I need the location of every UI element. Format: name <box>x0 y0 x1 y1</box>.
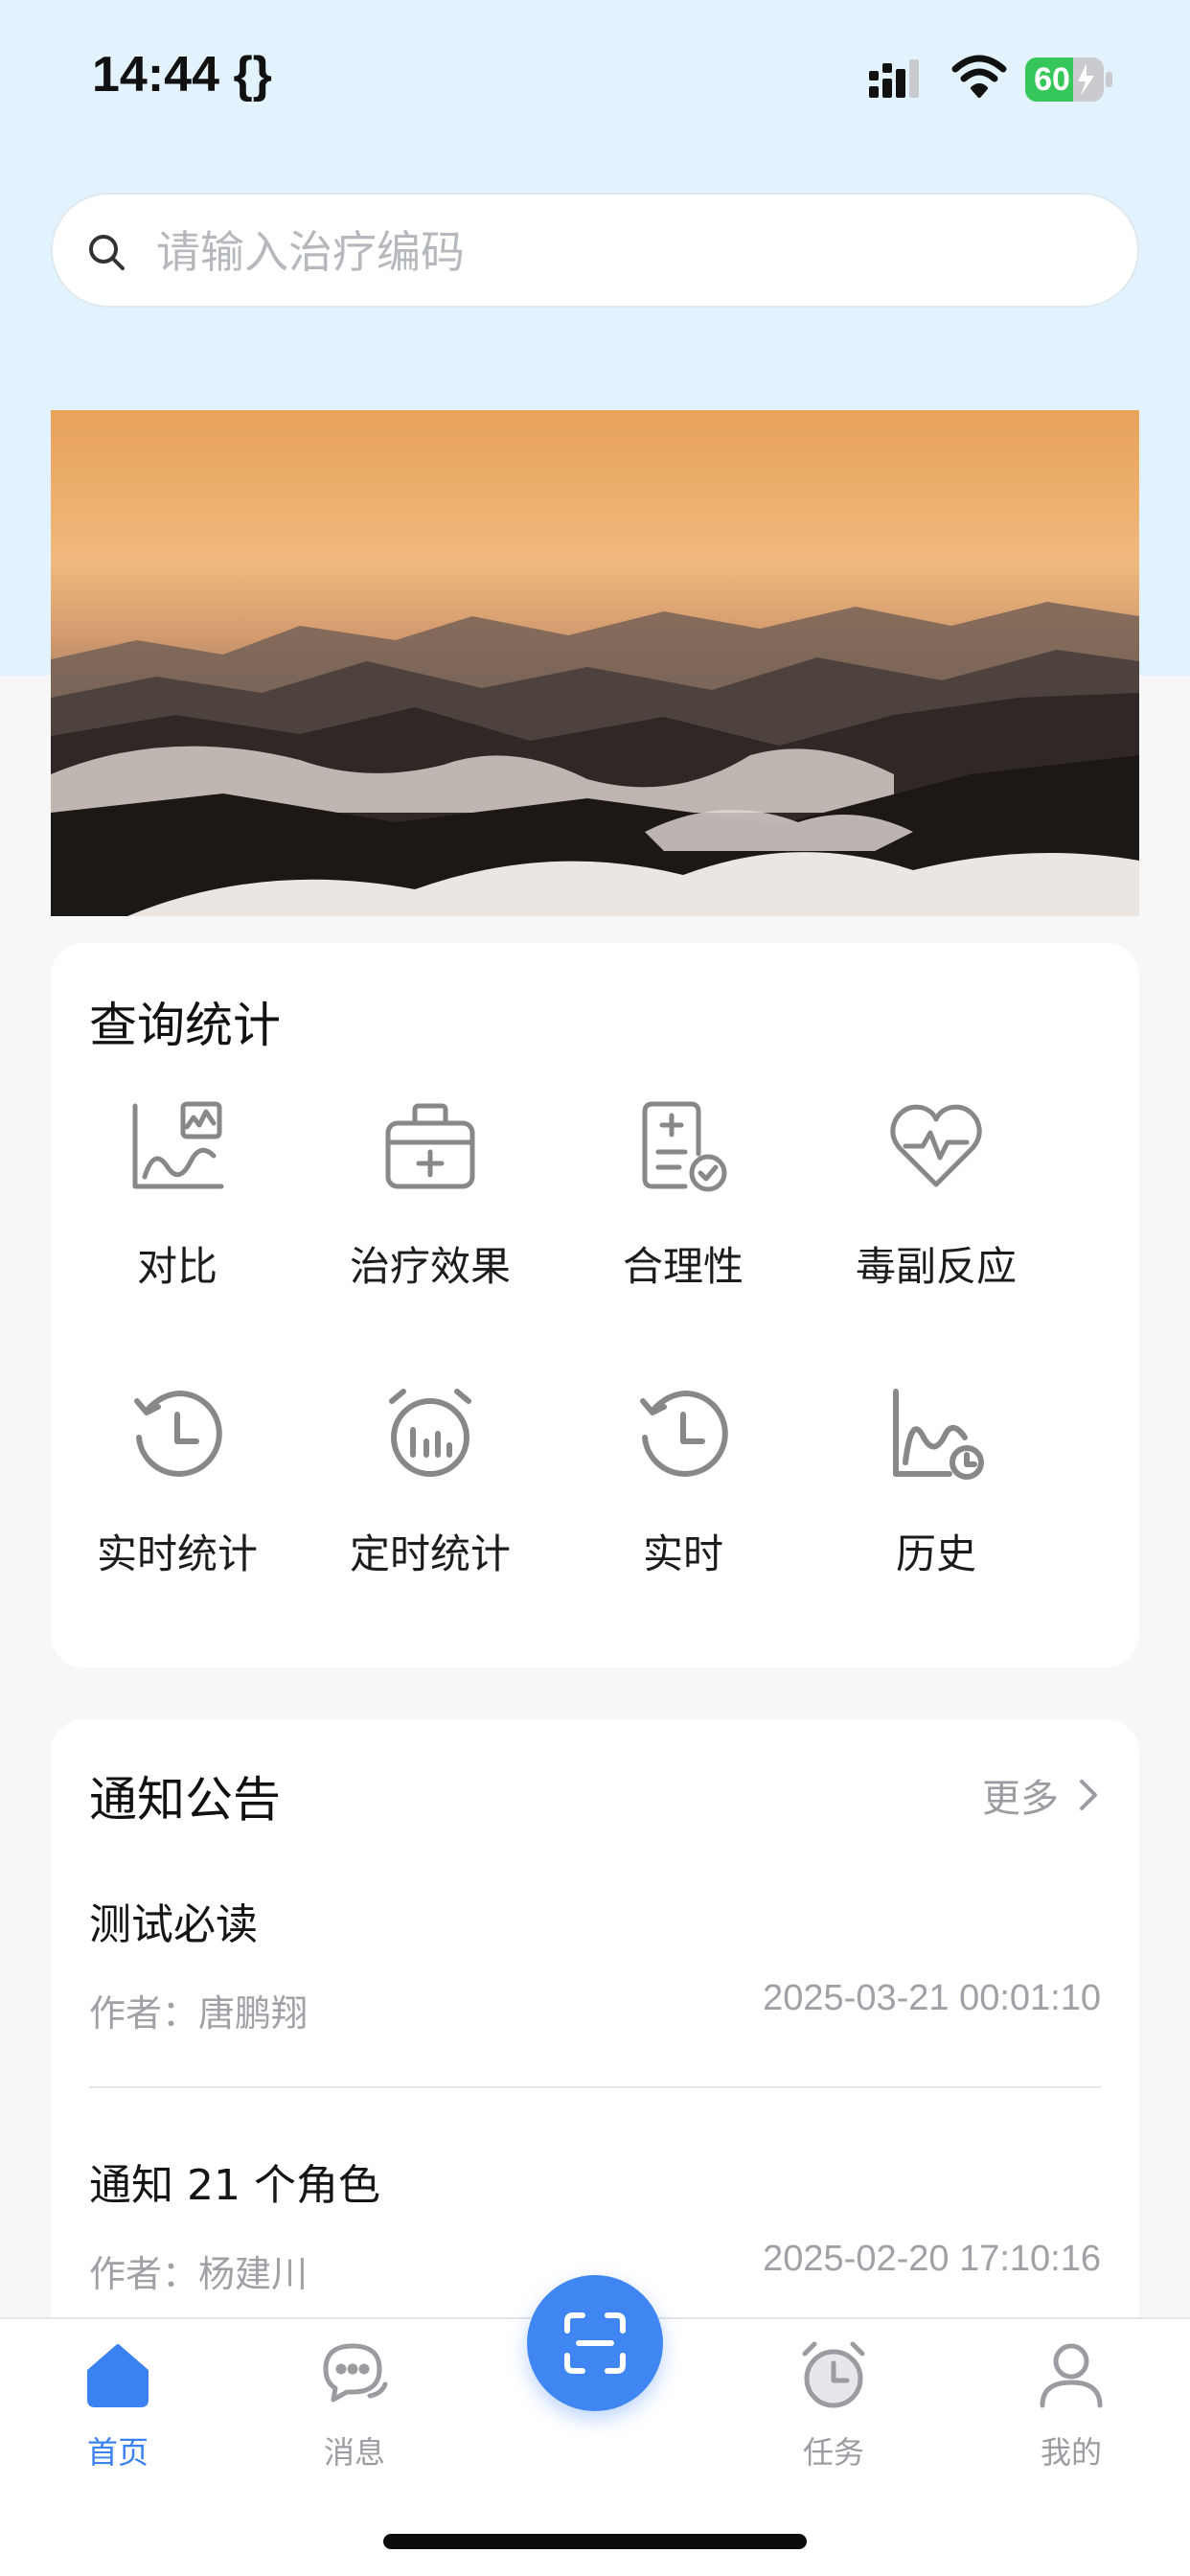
tab-label: 消息 <box>323 2434 385 2471</box>
scan-button[interactable] <box>527 2275 663 2411</box>
notice-item-author: 作者：唐鹏翔 <box>89 1992 309 2035</box>
notice-item-time: 2025-03-21 00:01:10 <box>763 1978 1101 2018</box>
stat-label: 合理性 <box>622 1243 744 1290</box>
mountain-sunset-image <box>51 410 1139 916</box>
home-screen: 14:44 {} 60 请输入治疗编码 查询统计 对比 治疗效果 合理性 毒副反… <box>0 0 1190 2576</box>
notice-item-author: 作者：杨建川 <box>89 2253 309 2295</box>
chat-icon <box>323 2343 388 2403</box>
stat-item-realtime-stats[interactable]: 实时统计 <box>51 1386 304 1597</box>
divider <box>89 2086 1101 2088</box>
history-clock-icon <box>134 1391 222 1477</box>
status-time: 14:44 {} <box>92 47 272 103</box>
stat-item-scheduled-stats[interactable]: 定时统计 <box>304 1386 557 1597</box>
notice-item-title: 测试必读 <box>89 1900 258 1949</box>
stat-item-history[interactable]: 历史 <box>810 1386 1063 1597</box>
tab-home[interactable]: 首页 <box>41 2340 195 2484</box>
stat-label: 历史 <box>895 1530 976 1577</box>
chevron-right-icon <box>1080 1780 1097 1810</box>
more-link[interactable]: 更多 <box>982 1767 1101 1823</box>
status-bar: 14:44 {} 60 <box>0 0 1190 144</box>
battery-level: 60 <box>1034 61 1070 98</box>
tab-label: 任务 <box>802 2434 864 2471</box>
query-stats-card: 查询统计 对比 治疗效果 合理性 毒副反应 实时统计 定时统计 实时 历史 <box>51 943 1139 1668</box>
stat-item-compare[interactable]: 对比 <box>51 1098 304 1309</box>
notice-item-title: 通知 21 个角色 <box>89 2161 380 2210</box>
tab-profile[interactable]: 我的 <box>995 2340 1148 2484</box>
home-indicator <box>383 2534 807 2549</box>
stat-label: 实时统计 <box>96 1530 258 1577</box>
home-icon <box>87 2344 149 2407</box>
alarm-clock-icon <box>802 2341 865 2408</box>
stat-item-treatment-effect[interactable]: 治疗效果 <box>304 1098 557 1309</box>
tab-label: 我的 <box>1040 2434 1102 2471</box>
stat-item-side-effects[interactable]: 毒副反应 <box>810 1098 1063 1309</box>
notice-title: 通知公告 <box>89 1772 281 1828</box>
alarm-chart-icon <box>389 1389 471 1477</box>
notice-item[interactable]: 测试必读 作者：唐鹏翔 2025-03-21 00:01:10 <box>89 1890 1101 2035</box>
notice-item-time: 2025-02-20 17:10:16 <box>763 2239 1101 2279</box>
tab-label: 首页 <box>86 2434 149 2471</box>
stat-label: 实时 <box>642 1530 723 1577</box>
wifi-icon <box>951 55 1007 98</box>
stats-title: 查询统计 <box>89 998 281 1053</box>
checklist-icon <box>642 1101 727 1192</box>
user-icon <box>1040 2343 1103 2408</box>
scan-icon <box>564 2312 626 2374</box>
stat-item-rationality[interactable]: 合理性 <box>557 1098 810 1309</box>
medical-kit-icon <box>385 1103 475 1189</box>
tab-tasks[interactable]: 任务 <box>757 2340 910 2484</box>
stat-label: 定时统计 <box>349 1530 511 1577</box>
heart-pulse-icon <box>890 1104 982 1187</box>
history-clock-icon <box>640 1391 728 1477</box>
search-input[interactable] <box>156 214 1095 290</box>
cellular-signal-icon <box>869 59 919 98</box>
stat-label: 治疗效果 <box>349 1243 511 1290</box>
tab-messages[interactable]: 消息 <box>278 2340 431 2484</box>
stat-item-realtime[interactable]: 实时 <box>557 1386 810 1597</box>
stat-label: 毒副反应 <box>855 1243 1017 1290</box>
search-bar[interactable] <box>51 193 1139 308</box>
stat-label: 对比 <box>136 1243 217 1290</box>
more-label: 更多 <box>982 1777 1059 1821</box>
banner-image[interactable] <box>51 410 1139 916</box>
compare-chart-icon <box>132 1101 224 1189</box>
history-chart-icon <box>893 1389 984 1480</box>
search-icon <box>89 235 125 270</box>
